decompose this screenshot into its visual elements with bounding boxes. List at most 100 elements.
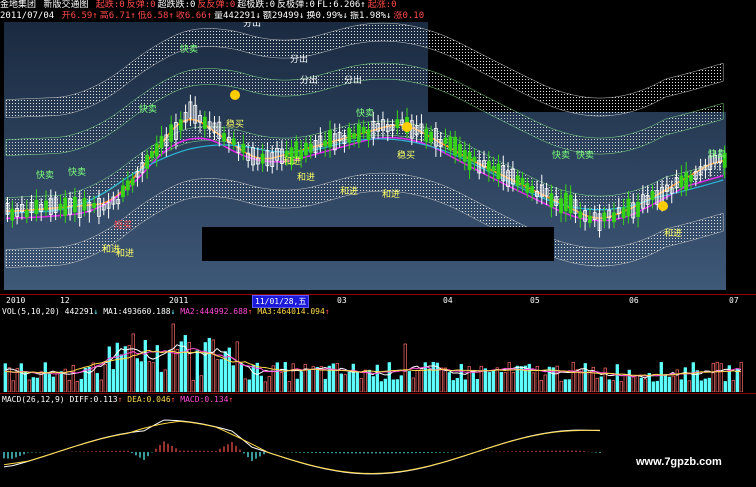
volume-bar bbox=[679, 379, 683, 392]
volume-bar bbox=[191, 379, 195, 392]
candle-body bbox=[563, 192, 568, 212]
candle-body bbox=[169, 124, 174, 142]
volume-bar bbox=[699, 380, 703, 392]
quote-turnover: 换0.99%↓ bbox=[306, 11, 348, 21]
volume-bar bbox=[391, 379, 395, 392]
volume-bar bbox=[479, 365, 483, 392]
candle-body bbox=[154, 143, 159, 157]
volume-bar bbox=[403, 343, 407, 392]
diff-line bbox=[3, 419, 601, 475]
volume-bar bbox=[463, 379, 467, 392]
candle-body bbox=[241, 143, 246, 153]
candle-body bbox=[650, 191, 655, 200]
volume-bar bbox=[511, 372, 515, 392]
candle-body bbox=[491, 166, 496, 172]
candle-body bbox=[612, 212, 616, 223]
candle-body bbox=[260, 153, 265, 164]
panel-divider bbox=[0, 393, 756, 394]
candle-body bbox=[323, 140, 328, 147]
signal-label-10: 快卖 bbox=[576, 149, 594, 161]
volume-bar bbox=[47, 373, 51, 392]
volume-bar bbox=[231, 365, 235, 392]
indicator-0: 起跌:0 bbox=[95, 0, 125, 10]
indicator-3: 反反弹:0 bbox=[197, 0, 236, 10]
candle-body bbox=[578, 211, 583, 219]
volume-bar bbox=[547, 366, 551, 392]
candle-body bbox=[145, 155, 149, 169]
macd-chart[interactable] bbox=[0, 404, 756, 487]
volume-bar bbox=[267, 376, 271, 392]
volume-bar bbox=[399, 375, 403, 392]
indicator-7: 起涨:0 bbox=[367, 0, 397, 10]
time-axis: 2010 12 2011 11/01/28,五 03 04 05 06 07 bbox=[0, 294, 756, 308]
signal-label-6: 快卖 bbox=[36, 169, 54, 181]
volume-bar bbox=[31, 377, 35, 392]
volume-bar bbox=[55, 372, 59, 392]
quote-volume: 量442291↓ bbox=[213, 11, 261, 21]
candle-body bbox=[347, 127, 352, 143]
candle-body bbox=[308, 143, 313, 153]
volume-bar bbox=[255, 362, 259, 392]
indicator-4: 超极跌:0 bbox=[237, 0, 276, 10]
volume-bar bbox=[711, 362, 715, 392]
signal-label-13: 和进 bbox=[297, 172, 315, 183]
signal-label-8: 快卖 bbox=[356, 107, 374, 119]
volume-bar bbox=[503, 372, 507, 392]
volume-bar bbox=[459, 364, 463, 392]
signal-label-5: 快卖 bbox=[139, 103, 157, 115]
volume-value: 442291 bbox=[64, 307, 94, 316]
volume-bar bbox=[243, 378, 247, 392]
signal-label-12: 和进 bbox=[283, 156, 301, 167]
volume-bar bbox=[339, 373, 343, 392]
candle-body bbox=[486, 161, 491, 172]
volume-bar bbox=[619, 381, 623, 392]
candle-body bbox=[458, 144, 462, 158]
volume-bar bbox=[159, 371, 163, 392]
candle-body bbox=[684, 172, 689, 191]
signal-label-18: 和进 bbox=[664, 228, 682, 239]
volume-bar bbox=[475, 379, 479, 392]
volume-bar bbox=[119, 354, 123, 392]
candle-body bbox=[72, 196, 77, 213]
candle-body bbox=[58, 203, 63, 210]
smiley-icon bbox=[230, 90, 240, 100]
volume-bar bbox=[587, 370, 591, 392]
volume-bar bbox=[719, 363, 723, 392]
candle-body bbox=[222, 132, 227, 142]
volume-bar bbox=[295, 378, 299, 392]
volume-bar bbox=[259, 375, 263, 392]
volume-bar bbox=[583, 363, 587, 392]
volume-bar bbox=[623, 375, 627, 392]
candle-body bbox=[284, 150, 289, 157]
volume-bar bbox=[687, 380, 691, 392]
ma1-arrow: ↓ bbox=[170, 307, 176, 316]
candle-body bbox=[92, 203, 97, 208]
volume-bar bbox=[671, 375, 675, 392]
volume-bar bbox=[675, 369, 679, 392]
volume-bar bbox=[383, 378, 387, 392]
volume-bar bbox=[735, 368, 739, 392]
volume-chart[interactable] bbox=[0, 316, 756, 392]
quote-high: 高6.71↑ bbox=[99, 11, 136, 21]
volume-bar bbox=[163, 369, 167, 392]
volume-bar bbox=[703, 378, 707, 392]
volume-bar bbox=[279, 371, 283, 392]
indicator-2: 超跌跌:0 bbox=[157, 0, 196, 10]
candle-body bbox=[361, 126, 366, 134]
macd-arrow: ↑ bbox=[228, 395, 234, 404]
volume-bar bbox=[563, 379, 567, 392]
volume-bar bbox=[135, 358, 139, 392]
candle-body bbox=[44, 200, 48, 211]
signal-label-9: 快卖 bbox=[552, 149, 570, 161]
volume-bar bbox=[67, 379, 71, 392]
candle-body bbox=[549, 193, 554, 208]
diff-arrow: ↑ bbox=[117, 395, 123, 404]
volume-bar bbox=[155, 345, 159, 392]
quote-change: 涨0.10 bbox=[393, 11, 425, 21]
signal-label-4: 快卖 bbox=[180, 43, 198, 55]
ma3-value: MA3:464014.094 bbox=[257, 307, 325, 316]
macd-histogram bbox=[3, 441, 601, 461]
volume-bar bbox=[655, 380, 659, 392]
volume-bar bbox=[643, 378, 647, 392]
volume-bar bbox=[715, 361, 719, 392]
